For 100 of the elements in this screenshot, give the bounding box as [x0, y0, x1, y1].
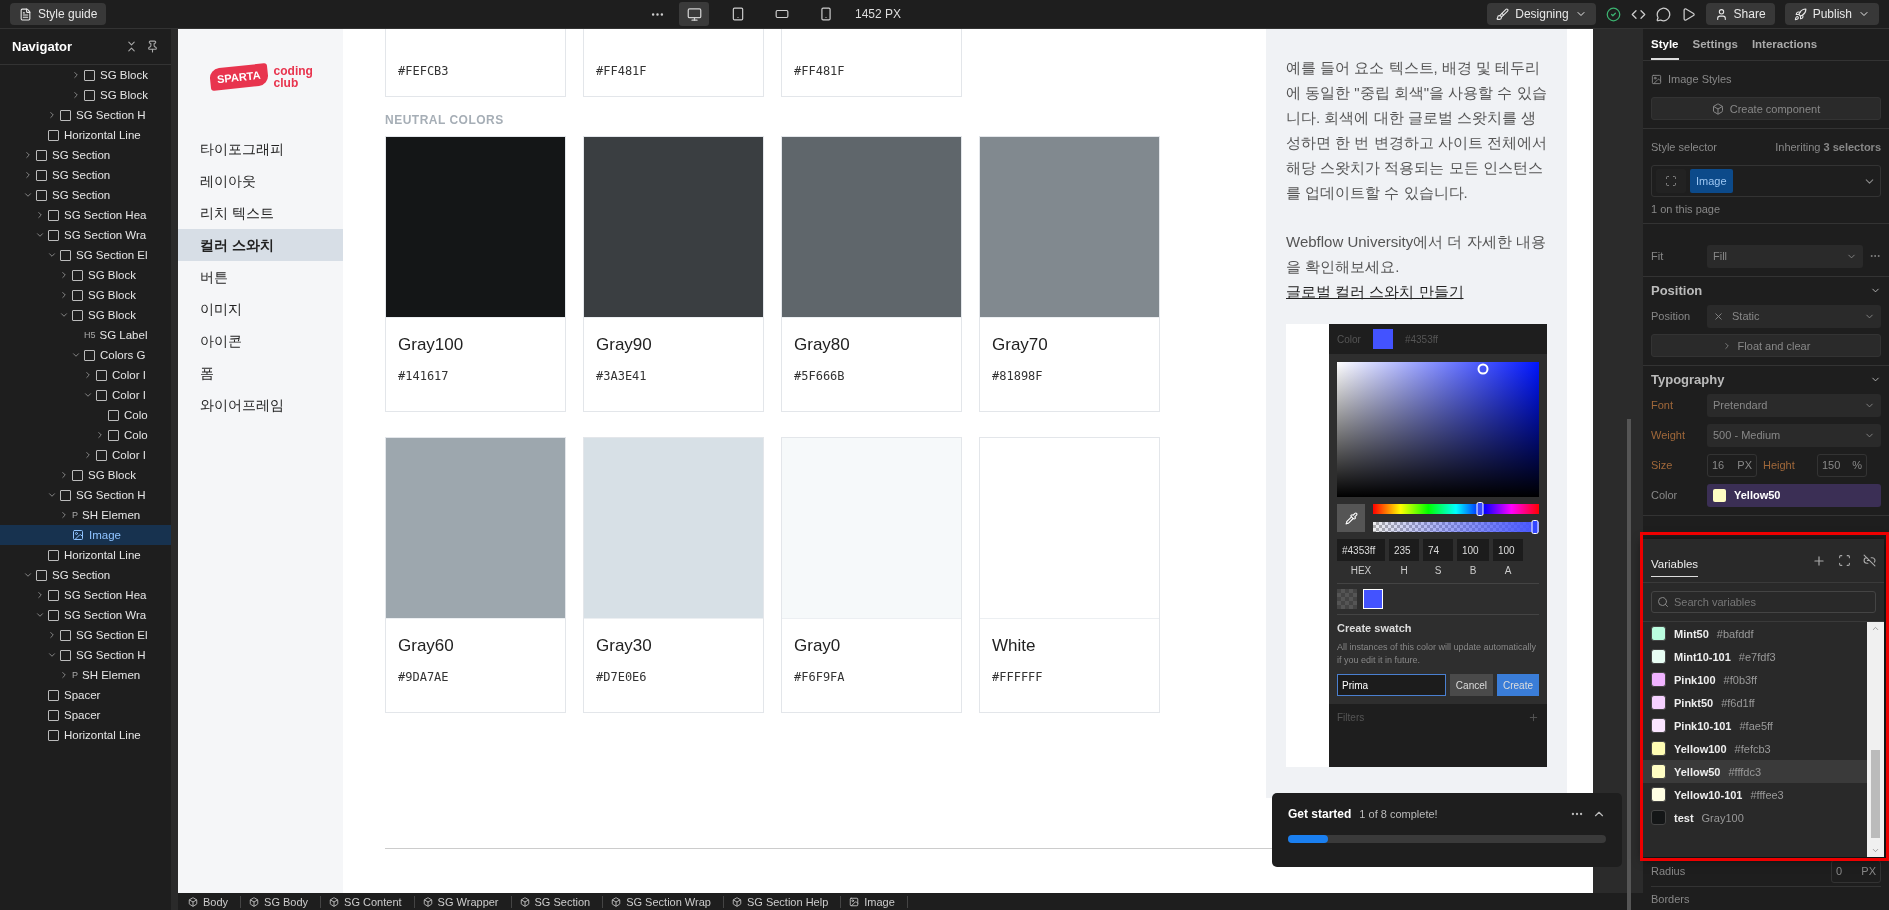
navigator-item[interactable]: SG Section Hea — [0, 585, 171, 605]
page-nav-link[interactable]: 리치 텍스트 — [178, 197, 343, 229]
navigator-item[interactable]: SG Section H — [0, 485, 171, 505]
navigator-item[interactable]: Spacer — [0, 685, 171, 705]
page-nav-link[interactable]: 컬러 스와치 — [178, 229, 343, 261]
navigator-item[interactable]: Colo — [0, 425, 171, 445]
alpha-slider[interactable] — [1373, 522, 1539, 532]
navigator-item[interactable]: Colo — [0, 405, 171, 425]
chevron-down-icon[interactable] — [22, 190, 34, 200]
scrollbar[interactable] — [1867, 622, 1884, 857]
swatch-name-field[interactable]: Prima — [1337, 674, 1446, 696]
check-circle-icon[interactable] — [1605, 6, 1621, 22]
page-nav-link[interactable]: 아이콘 — [178, 325, 343, 357]
class-chip[interactable]: Image — [1690, 169, 1733, 193]
navigator-item[interactable]: SG Section — [0, 165, 171, 185]
hue-handle[interactable] — [1476, 502, 1484, 516]
weight-dropdown[interactable]: 500 - Medium — [1707, 423, 1881, 447]
navigator-item[interactable]: SG Block — [0, 305, 171, 325]
navigator-item[interactable]: Horizontal Line — [0, 725, 171, 745]
help-link[interactable]: 글로벌 컬러 스와치 만들기 — [1286, 279, 1547, 304]
float-clear-button[interactable]: Float and clear — [1651, 334, 1881, 357]
chevron-down-icon[interactable] — [34, 230, 46, 240]
variable-item[interactable]: Yellow50 #fffdc3 — [1643, 760, 1867, 783]
panel-tab[interactable]: Settings — [1692, 29, 1738, 60]
navigator-item[interactable]: SG Section Hea — [0, 205, 171, 225]
empty-swatch-icon[interactable] — [1337, 589, 1357, 609]
scroll-up-icon[interactable] — [1871, 624, 1880, 633]
page-nav-link[interactable]: 레이아웃 — [178, 165, 343, 197]
panel-tab[interactable]: Style — [1651, 29, 1679, 60]
navigator-item[interactable]: SG Section — [0, 565, 171, 585]
navigator-item[interactable]: P SH Elemen — [0, 505, 171, 525]
mode-dropdown[interactable]: Designing — [1487, 3, 1596, 25]
navigator-item[interactable]: SG Section — [0, 145, 171, 165]
height-field[interactable]: 150 % — [1817, 453, 1867, 477]
variable-item[interactable]: Mint10-101 #e7fdf3 — [1643, 645, 1867, 668]
navigator-item[interactable]: P SH Elemen — [0, 665, 171, 685]
eyedropper-button[interactable] — [1337, 504, 1365, 532]
navigator-item[interactable]: Colors G — [0, 345, 171, 365]
breadcrumb-item[interactable]: Image — [845, 895, 908, 908]
saturation-area[interactable] — [1337, 362, 1539, 497]
navigator-item[interactable]: SG Section El — [0, 625, 171, 645]
breadcrumb-item[interactable]: SG Section Help — [727, 895, 842, 908]
collapse-icon[interactable] — [125, 40, 138, 53]
navigator-item[interactable]: SG Block — [0, 65, 171, 85]
breadcrumb-item[interactable]: SG Body — [245, 895, 322, 908]
chevron-down-icon[interactable] — [70, 350, 82, 360]
select-icon[interactable] — [1838, 554, 1851, 567]
navigator-item[interactable]: SG Block — [0, 465, 171, 485]
variable-item[interactable]: Yellow100 #fefcb3 — [1643, 737, 1867, 760]
font-dropdown[interactable]: Pretendard — [1707, 393, 1881, 417]
navigator-item[interactable]: SG Section H — [0, 105, 171, 125]
color-field[interactable]: Yellow50 — [1707, 483, 1881, 507]
variable-item[interactable]: test Gray100 — [1643, 806, 1867, 829]
navigator-item[interactable]: Color I — [0, 445, 171, 465]
navigator-item[interactable]: H5 SG Label — [0, 325, 171, 345]
style-selector-field[interactable]: Image — [1651, 165, 1881, 197]
chevron-down-icon[interactable] — [22, 570, 34, 580]
chevron-down-icon[interactable] — [82, 390, 94, 400]
size-field[interactable]: 16 PX — [1707, 453, 1757, 477]
position-dropdown[interactable]: Static — [1707, 304, 1881, 328]
breadcrumb-item[interactable]: SG Content — [325, 895, 415, 908]
color-value-field[interactable]: 100 — [1493, 539, 1523, 561]
picker-handle[interactable] — [1477, 363, 1489, 375]
variable-item[interactable]: Pink10-101 #fae5ff — [1643, 714, 1867, 737]
navigator-item[interactable]: SG Block — [0, 85, 171, 105]
search-field[interactable]: Search variables — [1651, 591, 1876, 613]
variable-item[interactable]: Yellow10-101 #fffee3 — [1643, 783, 1867, 806]
navigator-item[interactable]: Color I — [0, 365, 171, 385]
pin-icon[interactable] — [146, 40, 159, 53]
navigator-item[interactable]: SG Section Wra — [0, 605, 171, 625]
navigator-item[interactable]: Color I — [0, 385, 171, 405]
breakpoint-button[interactable] — [679, 2, 709, 26]
chevron-down-icon[interactable] — [46, 650, 58, 660]
breadcrumb-item[interactable]: SG Section — [515, 895, 604, 908]
page-nav-link[interactable]: 이미지 — [178, 293, 343, 325]
panel-tab[interactable]: Interactions — [1751, 29, 1818, 60]
current-swatch[interactable] — [1363, 589, 1383, 609]
page-nav-link[interactable]: 타이포그래피 — [178, 133, 343, 165]
chevron-down-icon[interactable] — [46, 250, 58, 260]
navigator-item[interactable]: SG Section El — [0, 245, 171, 265]
share-button[interactable]: Share — [1705, 3, 1775, 25]
chevron-down-icon[interactable] — [34, 610, 46, 620]
cancel-button[interactable]: Cancel — [1449, 674, 1493, 696]
chevron-down-icon[interactable] — [58, 310, 70, 320]
color-value-field[interactable]: 100 — [1457, 539, 1489, 561]
navigator-item[interactable]: SG Block — [0, 285, 171, 305]
navigator-item[interactable]: SG Block — [0, 265, 171, 285]
navigator-item[interactable]: SG Section Wra — [0, 225, 171, 245]
fit-dropdown[interactable]: Fill — [1707, 244, 1863, 268]
page-nav-link[interactable]: 와이어프레임 — [178, 389, 343, 421]
breadcrumb-item[interactable]: Body — [184, 895, 242, 908]
unlink-icon[interactable] — [1863, 554, 1876, 567]
scroll-thumb[interactable] — [1871, 750, 1880, 838]
navigator-item[interactable]: Horizontal Line — [0, 545, 171, 565]
navigator-item[interactable]: Image — [0, 525, 171, 545]
page-nav-link[interactable]: 버튼 — [178, 261, 343, 293]
chevron-down-icon[interactable] — [46, 490, 58, 500]
alpha-handle[interactable] — [1531, 520, 1539, 534]
color-value-field[interactable]: 235 — [1389, 539, 1419, 561]
color-value-field[interactable]: #4353ff — [1337, 539, 1385, 561]
